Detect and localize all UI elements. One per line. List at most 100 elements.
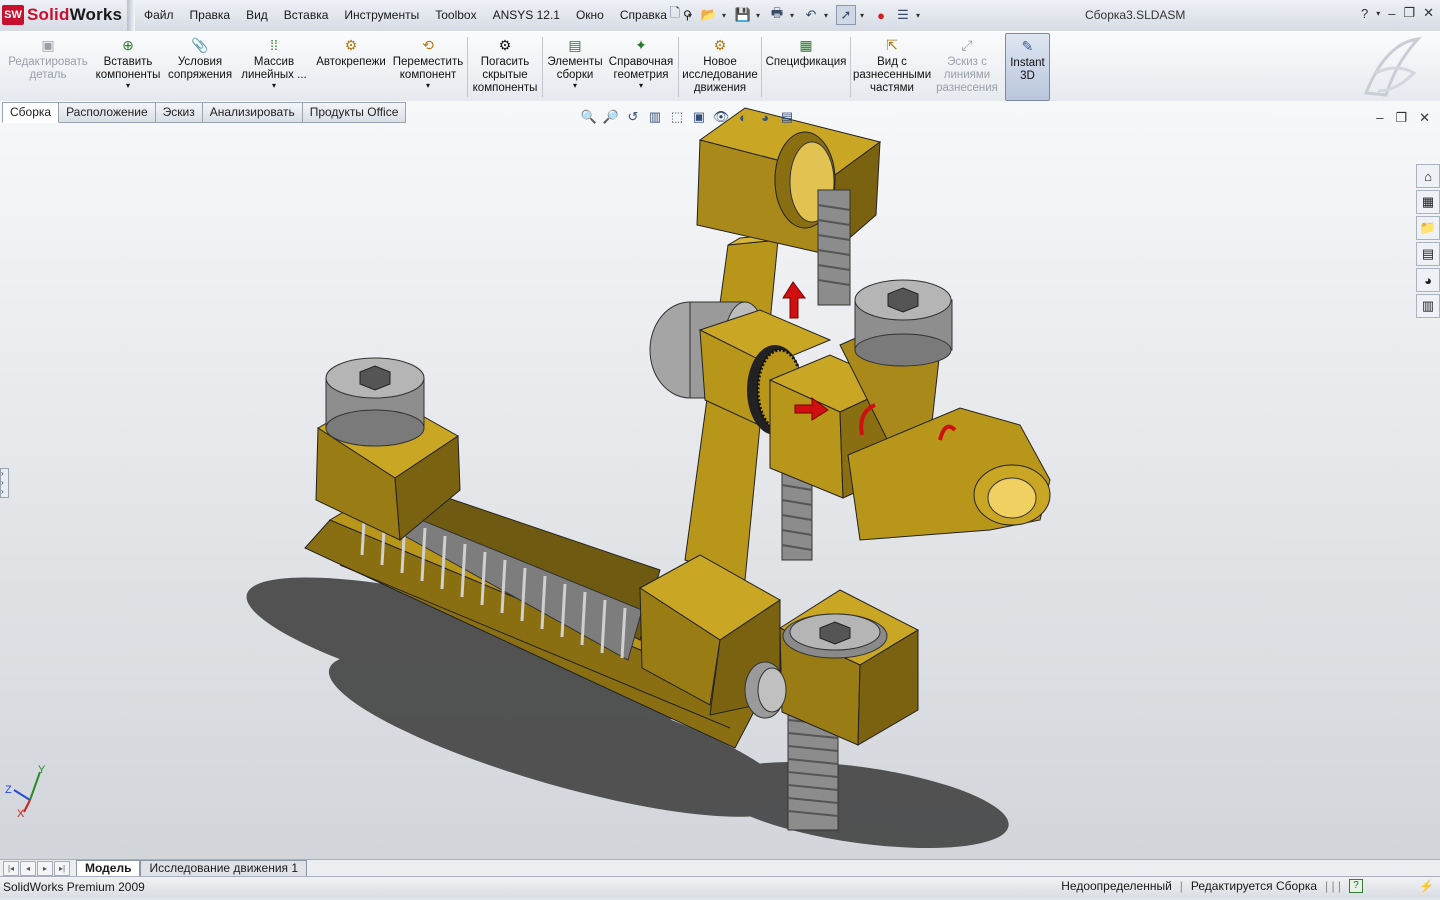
display-style-icon[interactable]: ▣	[690, 108, 708, 126]
viewport-minimize-icon[interactable]: –	[1376, 110, 1383, 126]
minimize-icon[interactable]: –	[1388, 6, 1395, 21]
select-dropdown-icon[interactable]: ▾	[860, 11, 868, 20]
edit-part-label-2: деталь	[29, 69, 67, 81]
undo-icon[interactable]: ↶	[802, 6, 820, 24]
exploded-view-label-3: частями	[870, 82, 914, 94]
prev-tab-icon[interactable]: ◂	[20, 861, 36, 876]
solidworks-resources-icon[interactable]: ⌂	[1416, 164, 1440, 188]
close-icon[interactable]: ✕	[1423, 5, 1434, 21]
previous-view-icon[interactable]: ↺	[624, 108, 642, 126]
solidworks-logo[interactable]: SW SolidWorks	[2, 3, 122, 27]
undo-dropdown-icon[interactable]: ▾	[824, 11, 832, 20]
rebuild-status-icon[interactable]: ⚡	[1419, 879, 1434, 893]
linear-pattern-button[interactable]: ⁞⁞ Массив линейных ... ▾	[238, 33, 310, 99]
move-component-button[interactable]: ⟲ Переместить компонент ▾	[392, 33, 464, 99]
restore-icon[interactable]: ❐	[1403, 5, 1415, 21]
options-icon[interactable]: ☰	[894, 6, 912, 24]
editing-state: Редактируется Сборка	[1190, 879, 1318, 893]
view-palette-icon[interactable]: ▤	[1416, 242, 1440, 266]
first-tab-icon[interactable]: |◂	[3, 861, 19, 876]
zoom-to-area-icon[interactable]: 🔎	[602, 108, 620, 126]
move-component-dropdown-icon[interactable]: ▾	[392, 82, 464, 90]
tab-office-products[interactable]: Продукты Office	[302, 102, 407, 123]
instant3d-label: Instant	[1010, 57, 1045, 69]
help-icon[interactable]: ?	[1361, 6, 1368, 21]
tab-sketch[interactable]: Эскиз	[155, 102, 203, 123]
lower-knob[interactable]	[744, 661, 787, 719]
menu-view[interactable]: Вид	[238, 0, 276, 31]
select-pointer-icon[interactable]: ➚	[836, 5, 856, 25]
menu-tools[interactable]: Инструменты	[336, 0, 427, 31]
help-dropdown-icon[interactable]: ▾	[1376, 9, 1380, 18]
left-cap-screw[interactable]	[325, 357, 425, 447]
top-clamp-block[interactable]	[696, 107, 882, 257]
next-tab-icon[interactable]: ▸	[37, 861, 53, 876]
appearances-icon[interactable]: ◕	[1416, 268, 1440, 292]
open-dropdown-icon[interactable]: ▾	[722, 11, 730, 20]
tab-model[interactable]: Модель	[76, 860, 141, 877]
new-dropdown-icon[interactable]: ▾	[688, 11, 696, 20]
edit-part-icon: ▣	[41, 36, 55, 53]
open-document-icon[interactable]: 📂	[700, 6, 718, 24]
menu-ansys[interactable]: ANSYS 12.1	[485, 0, 568, 31]
file-explorer-icon[interactable]: 📁	[1416, 216, 1440, 240]
save-dropdown-icon[interactable]: ▾	[756, 11, 764, 20]
linear-pattern-dropdown-icon[interactable]: ▾	[238, 82, 310, 90]
viewport-close-icon[interactable]: ✕	[1419, 110, 1430, 126]
feature-manager-expand-handle[interactable]: › › ›	[0, 468, 9, 498]
viewport-restore-icon[interactable]: ❐	[1395, 110, 1407, 126]
insert-components-dropdown-icon[interactable]: ▾	[94, 82, 162, 90]
menu-edit[interactable]: Правка	[182, 0, 239, 31]
print-dropdown-icon[interactable]: ▾	[790, 11, 798, 20]
assembly-features-dropdown-icon[interactable]: ▾	[545, 82, 605, 90]
bom-icon: ▦	[799, 36, 813, 53]
edit-part-button[interactable]: ▣ Редактировать деталь	[4, 33, 92, 99]
zoom-to-fit-icon[interactable]: 🔍	[580, 108, 598, 126]
explode-line-sketch-button[interactable]: ⤢ Эскиз с линиями разнесения	[933, 33, 1001, 99]
save-icon[interactable]: 💾	[734, 6, 752, 24]
explode-line-sketch-label: Эскиз с	[947, 56, 987, 68]
assembly-model[interactable]: Y Z X	[0, 101, 1440, 859]
mate-button[interactable]: 📎 Условия сопряжения	[166, 33, 234, 99]
hide-components-button[interactable]: ⚙ Погасить скрытые компоненты	[470, 33, 540, 99]
menu-file[interactable]: Файл	[136, 0, 182, 31]
cmd-separator	[678, 37, 679, 97]
last-tab-icon[interactable]: ▸|	[54, 861, 70, 876]
bom-button[interactable]: ▦ Спецификация	[764, 33, 848, 99]
motion-study-button[interactable]: ⚙ Новое исследование движения	[681, 33, 759, 99]
exploded-view-label: Вид с	[877, 56, 907, 68]
rebuild-traffic-light-icon[interactable]: ●	[872, 6, 890, 24]
assembly-features-button[interactable]: ▤ Элементы сборки ▾	[545, 33, 605, 99]
ds-logo-icon	[1363, 37, 1422, 97]
smart-fasteners-button[interactable]: ⚙ Автокрепежи	[314, 33, 388, 99]
tab-layout[interactable]: Расположение	[59, 102, 156, 123]
section-view-icon[interactable]: ▥	[646, 108, 664, 126]
print-icon[interactable]: 🖶	[768, 5, 786, 24]
tab-evaluate[interactable]: Анализировать	[202, 102, 303, 123]
lower-cap-screw[interactable]	[782, 613, 888, 659]
apply-scene-icon[interactable]: ◕	[756, 108, 774, 126]
design-library-icon[interactable]: ▦	[1416, 190, 1440, 214]
reference-geometry-dropdown-icon[interactable]: ▾	[607, 82, 675, 90]
right-cap-screw[interactable]	[854, 279, 953, 367]
options-dropdown-icon[interactable]: ▾	[916, 11, 924, 20]
menu-toolbox[interactable]: Toolbox	[427, 0, 484, 31]
quick-tips-icon[interactable]: ?	[1349, 879, 1364, 893]
edit-appearance-icon[interactable]: ◐	[734, 108, 752, 126]
graphics-area[interactable]: Y Z X	[0, 101, 1440, 859]
hide-show-items-icon[interactable]: 👁	[712, 108, 730, 126]
menu-window[interactable]: Окно	[568, 0, 612, 31]
custom-properties-icon[interactable]: ▥	[1416, 294, 1440, 318]
tab-motion-study[interactable]: Исследование движения 1	[140, 860, 308, 877]
instant3d-button[interactable]: ✎ Instant 3D	[1005, 33, 1050, 101]
exploded-view-button[interactable]: ⇱ Вид с разнесенными частями	[853, 33, 931, 99]
new-document-icon[interactable]: 🗋	[666, 5, 684, 24]
insert-components-button[interactable]: ⊕ Вставить компоненты ▾	[94, 33, 162, 99]
view-settings-icon[interactable]: ▤	[778, 108, 796, 126]
view-orientation-icon[interactable]: ⬚	[668, 108, 686, 126]
reference-geometry-button[interactable]: ✦ Справочная геометрия ▾	[607, 33, 675, 99]
menu-insert[interactable]: Вставка	[276, 0, 337, 31]
brand-part-b: Works	[69, 5, 123, 24]
tab-assembly[interactable]: Сборка	[2, 102, 60, 123]
coordinate-triad: Y Z X	[5, 764, 46, 820]
